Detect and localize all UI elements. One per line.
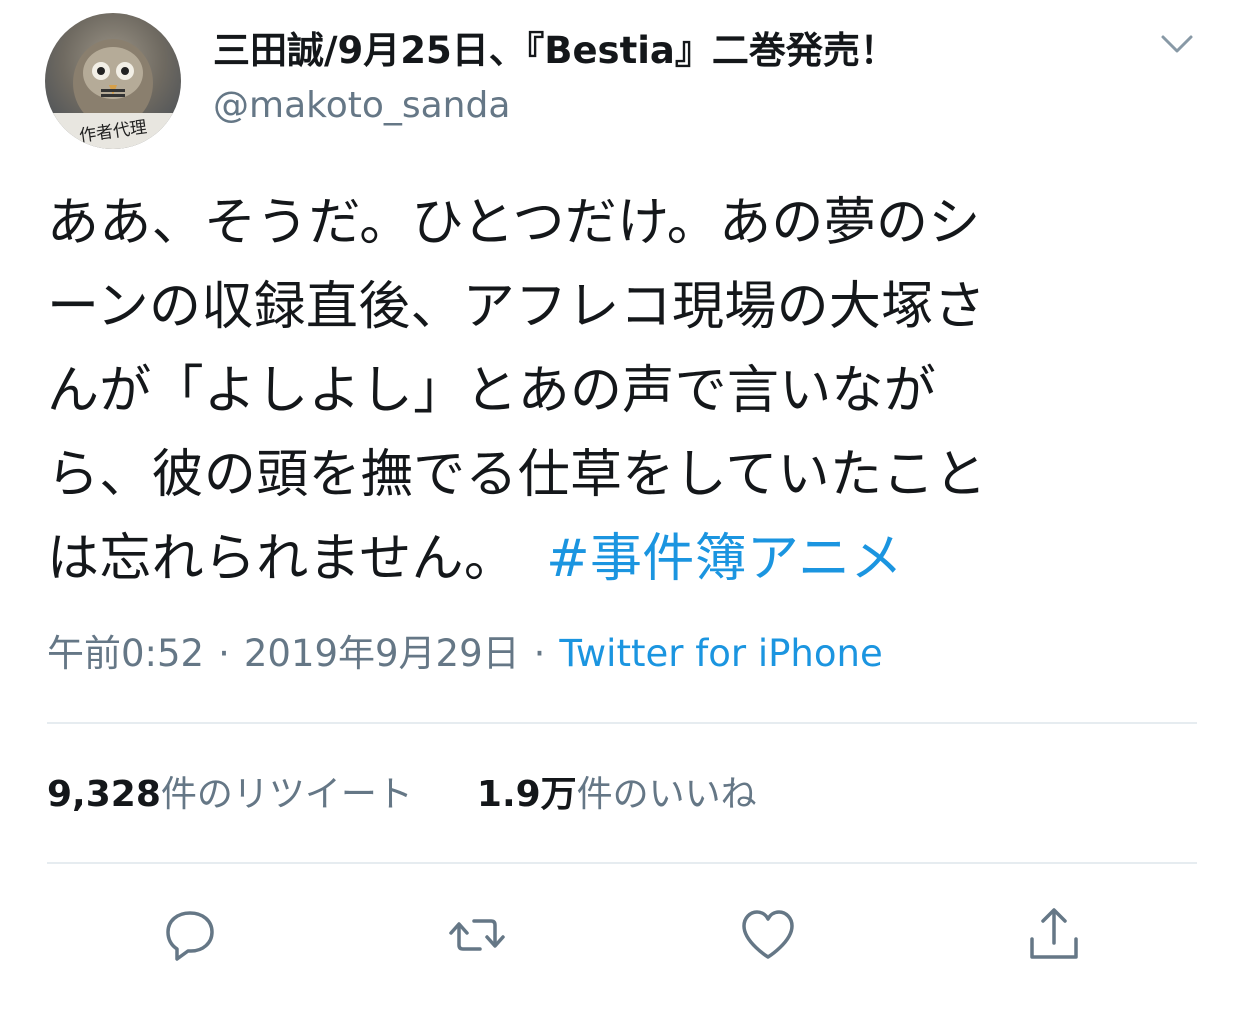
heart-icon[interactable] <box>738 905 798 965</box>
tweet-meta: 午前0:52 · 2019年9月29日 · Twitter for iPhone <box>47 631 883 677</box>
tweet-text-last-line: は忘れられません。 #事件簿アニメ <box>47 517 1207 601</box>
likes-stat[interactable]: 1.9万件のいいね <box>477 774 757 815</box>
divider <box>47 722 1197 724</box>
tweet-text-line: ーンの収録直後、アフレコ現場の大塚さ <box>47 277 986 337</box>
tweet-text-line: ら、彼の頭を撫でる仕草をしていたこと <box>47 445 987 505</box>
reply-icon[interactable] <box>160 905 220 965</box>
hashtag-link[interactable]: #事件簿アニメ <box>546 529 903 589</box>
tweet-date: 2019年9月29日 <box>243 632 520 675</box>
likes-count: 1.9万 <box>476 774 577 815</box>
tweet-text-line: んが「よしよし」とあの声で言いなが <box>47 361 937 421</box>
meta-separator: · <box>533 632 546 675</box>
divider <box>47 862 1197 864</box>
owl-figure-avatar-image: 作者代理 <box>45 39 181 149</box>
author-handle[interactable]: @makoto_sanda <box>213 84 510 128</box>
retweets-label: 件のリツイート <box>160 774 413 815</box>
retweets-stat[interactable]: 9,328件のリツイート <box>47 774 413 815</box>
tweet-time: 午前0:52 <box>47 632 205 675</box>
meta-separator: · <box>218 632 230 675</box>
tweet-text: ああ、そうだ。ひとつだけ。あの夢のシ ーンの収録直後、アフレコ現場の大塚さ んが… <box>47 181 1207 601</box>
tweet-stats: 9,328件のリツイート 1.9万件のいいね <box>47 773 757 817</box>
retweets-count: 9,328 <box>47 774 161 815</box>
tweet-text-line: ああ、そうだ。ひとつだけ。あの夢のシ <box>47 193 981 253</box>
likes-label: 件のいいね <box>576 774 757 815</box>
share-icon[interactable] <box>1024 905 1084 965</box>
tweet-source-link[interactable]: Twitter for iPhone <box>559 632 882 675</box>
author-display-name[interactable]: 三田誠/9月25日、『Bestia』二巻発売！ <box>213 28 897 74</box>
retweet-icon[interactable] <box>447 905 507 965</box>
avatar[interactable]: 作者代理 <box>45 13 181 149</box>
tweet-text-segment: は忘れられません。 <box>47 529 517 589</box>
chevron-down-icon[interactable] <box>1159 31 1195 57</box>
